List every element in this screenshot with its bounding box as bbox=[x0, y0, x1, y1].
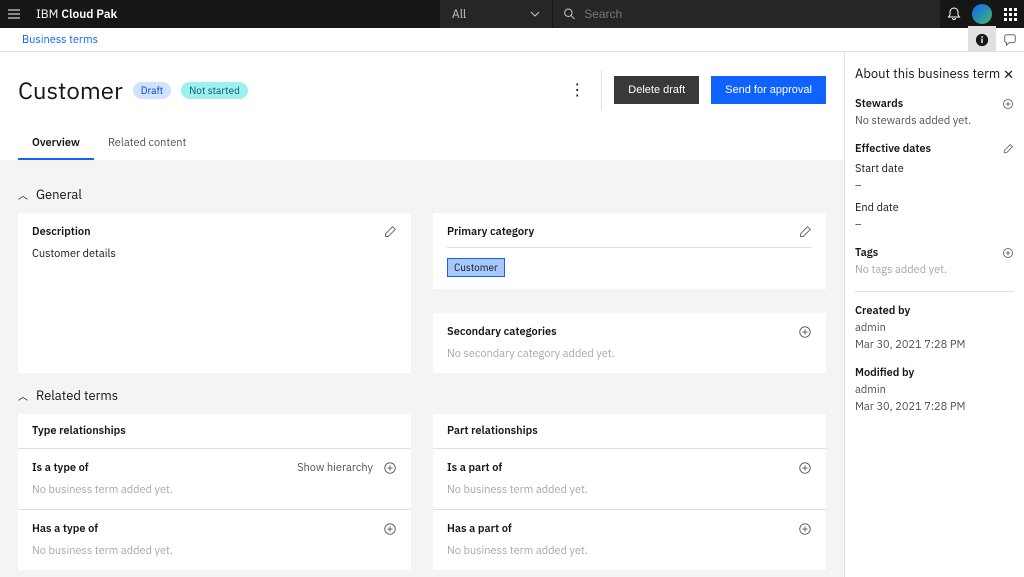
breadcrumb-bar: Business terms bbox=[0, 28, 1024, 52]
add-is-type-of-icon[interactable] bbox=[383, 461, 397, 475]
type-relationships-label: Type relationships bbox=[18, 414, 411, 448]
secondary-categories-placeholder: No secondary category added yet. bbox=[447, 347, 812, 361]
status-pill-notstarted: Not started bbox=[181, 82, 248, 99]
chevron-down-icon bbox=[530, 11, 540, 17]
page-header: Customer Draft Not started ⋮ Delete draf… bbox=[0, 52, 844, 160]
tab-related-content[interactable]: Related content bbox=[94, 128, 200, 160]
primary-category-chip[interactable]: Customer bbox=[447, 258, 505, 277]
global-filter-select[interactable]: All bbox=[440, 0, 552, 28]
brand: IBM Cloud Pak bbox=[28, 7, 125, 22]
primary-category-card: Primary category Customer bbox=[433, 213, 826, 289]
page-title: Customer bbox=[18, 74, 123, 106]
add-steward-icon[interactable] bbox=[1002, 98, 1014, 110]
created-by-label: Created by bbox=[855, 304, 1014, 318]
status-pill-draft: Draft bbox=[133, 82, 171, 99]
add-has-part-of-icon[interactable] bbox=[798, 522, 812, 536]
stewards-value: No stewards added yet. bbox=[855, 114, 1014, 128]
comments-toggle[interactable] bbox=[996, 26, 1024, 54]
has-a-type-of-label: Has a type of bbox=[32, 522, 98, 536]
brand-name: Cloud Pak bbox=[61, 7, 117, 22]
section-title-general: General bbox=[36, 186, 82, 203]
has-a-part-of-label: Has a part of bbox=[447, 522, 512, 536]
filter-label: All bbox=[452, 7, 466, 22]
is-a-part-of-label: Is a part of bbox=[447, 461, 502, 475]
add-is-part-of-icon[interactable] bbox=[798, 461, 812, 475]
notifications-icon[interactable] bbox=[940, 0, 968, 28]
is-type-of-placeholder: No business term added yet. bbox=[32, 483, 397, 497]
description-label: Description bbox=[32, 225, 91, 239]
modified-by-user: admin bbox=[855, 383, 1014, 397]
is-a-type-of-label: Is a type of bbox=[32, 461, 89, 475]
show-hierarchy-link[interactable]: Show hierarchy bbox=[297, 461, 373, 475]
secondary-categories-label: Secondary categories bbox=[447, 325, 557, 339]
tab-overview[interactable]: Overview bbox=[18, 128, 94, 160]
about-panel: About this business term ✕ Stewards No s… bbox=[844, 52, 1024, 577]
start-date-label: Start date bbox=[855, 162, 1014, 176]
chevron-up-icon: ︿ bbox=[18, 388, 28, 403]
part-relationships-group: Part relationships Is a part of No bbox=[433, 414, 826, 570]
delete-draft-button[interactable]: Delete draft bbox=[614, 76, 699, 104]
about-panel-title: About this business term bbox=[855, 66, 1000, 83]
secondary-categories-card: Secondary categories No secondary catego… bbox=[433, 313, 826, 373]
stewards-label: Stewards bbox=[855, 97, 903, 111]
has-type-of-placeholder: No business term added yet. bbox=[32, 544, 397, 558]
overflow-menu[interactable]: ⋮ bbox=[565, 78, 589, 102]
primary-category-label: Primary category bbox=[447, 225, 534, 239]
global-search[interactable] bbox=[553, 0, 940, 28]
edit-effective-dates-icon[interactable] bbox=[1002, 143, 1014, 155]
search-icon bbox=[563, 7, 576, 21]
description-card: Description Customer details bbox=[18, 213, 411, 373]
info-panel-toggle[interactable] bbox=[968, 26, 996, 54]
edit-primary-category-icon[interactable] bbox=[798, 225, 812, 239]
chevron-up-icon: ︿ bbox=[18, 187, 28, 202]
breadcrumb-link[interactable]: Business terms bbox=[22, 33, 98, 47]
part-relationships-label: Part relationships bbox=[433, 414, 826, 448]
tags-value: No tags added yet. bbox=[855, 263, 1014, 277]
section-toggle-general[interactable]: ︿ General bbox=[18, 186, 826, 203]
search-input[interactable] bbox=[584, 7, 930, 21]
created-by-user: admin bbox=[855, 321, 1014, 335]
add-secondary-category-icon[interactable] bbox=[798, 325, 812, 339]
modified-by-date: Mar 30, 2021 7:28 PM bbox=[855, 400, 1014, 414]
main-content: Customer Draft Not started ⋮ Delete draf… bbox=[0, 52, 844, 577]
send-for-approval-button[interactable]: Send for approval bbox=[711, 76, 826, 104]
end-date-value: – bbox=[855, 218, 1014, 232]
close-panel-icon[interactable]: ✕ bbox=[1003, 66, 1014, 83]
description-value: Customer details bbox=[32, 247, 397, 261]
app-switcher-icon[interactable] bbox=[996, 0, 1024, 28]
has-part-of-placeholder: No business term added yet. bbox=[447, 544, 812, 558]
section-toggle-related-terms[interactable]: ︿ Related terms bbox=[18, 387, 826, 404]
section-title-related-terms: Related terms bbox=[36, 387, 118, 404]
is-a-type-of-item: Is a type of Show hierarchy No business … bbox=[18, 448, 411, 509]
tabs: Overview Related content bbox=[18, 128, 826, 160]
avatar[interactable] bbox=[968, 0, 996, 28]
created-by-date: Mar 30, 2021 7:28 PM bbox=[855, 338, 1014, 352]
edit-description-icon[interactable] bbox=[383, 225, 397, 239]
tags-label: Tags bbox=[855, 246, 878, 260]
type-relationships-group: Type relationships Is a type of Show hie… bbox=[18, 414, 411, 570]
brand-prefix: IBM bbox=[36, 7, 58, 22]
has-a-part-of-item: Has a part of No business term added yet… bbox=[433, 509, 826, 570]
add-tag-icon[interactable] bbox=[1002, 247, 1014, 259]
global-header: IBM Cloud Pak All bbox=[0, 0, 1024, 28]
menu-toggle[interactable] bbox=[0, 0, 28, 28]
end-date-label: End date bbox=[855, 201, 1014, 215]
has-a-type-of-item: Has a type of No business term added yet… bbox=[18, 509, 411, 570]
add-has-type-of-icon[interactable] bbox=[383, 522, 397, 536]
divider bbox=[855, 291, 1014, 292]
is-part-of-placeholder: No business term added yet. bbox=[447, 483, 812, 497]
is-a-part-of-item: Is a part of No business term added yet. bbox=[433, 448, 826, 509]
start-date-value: – bbox=[855, 179, 1014, 193]
modified-by-label: Modified by bbox=[855, 366, 1014, 380]
effective-dates-label: Effective dates bbox=[855, 142, 931, 156]
divider bbox=[601, 70, 602, 110]
